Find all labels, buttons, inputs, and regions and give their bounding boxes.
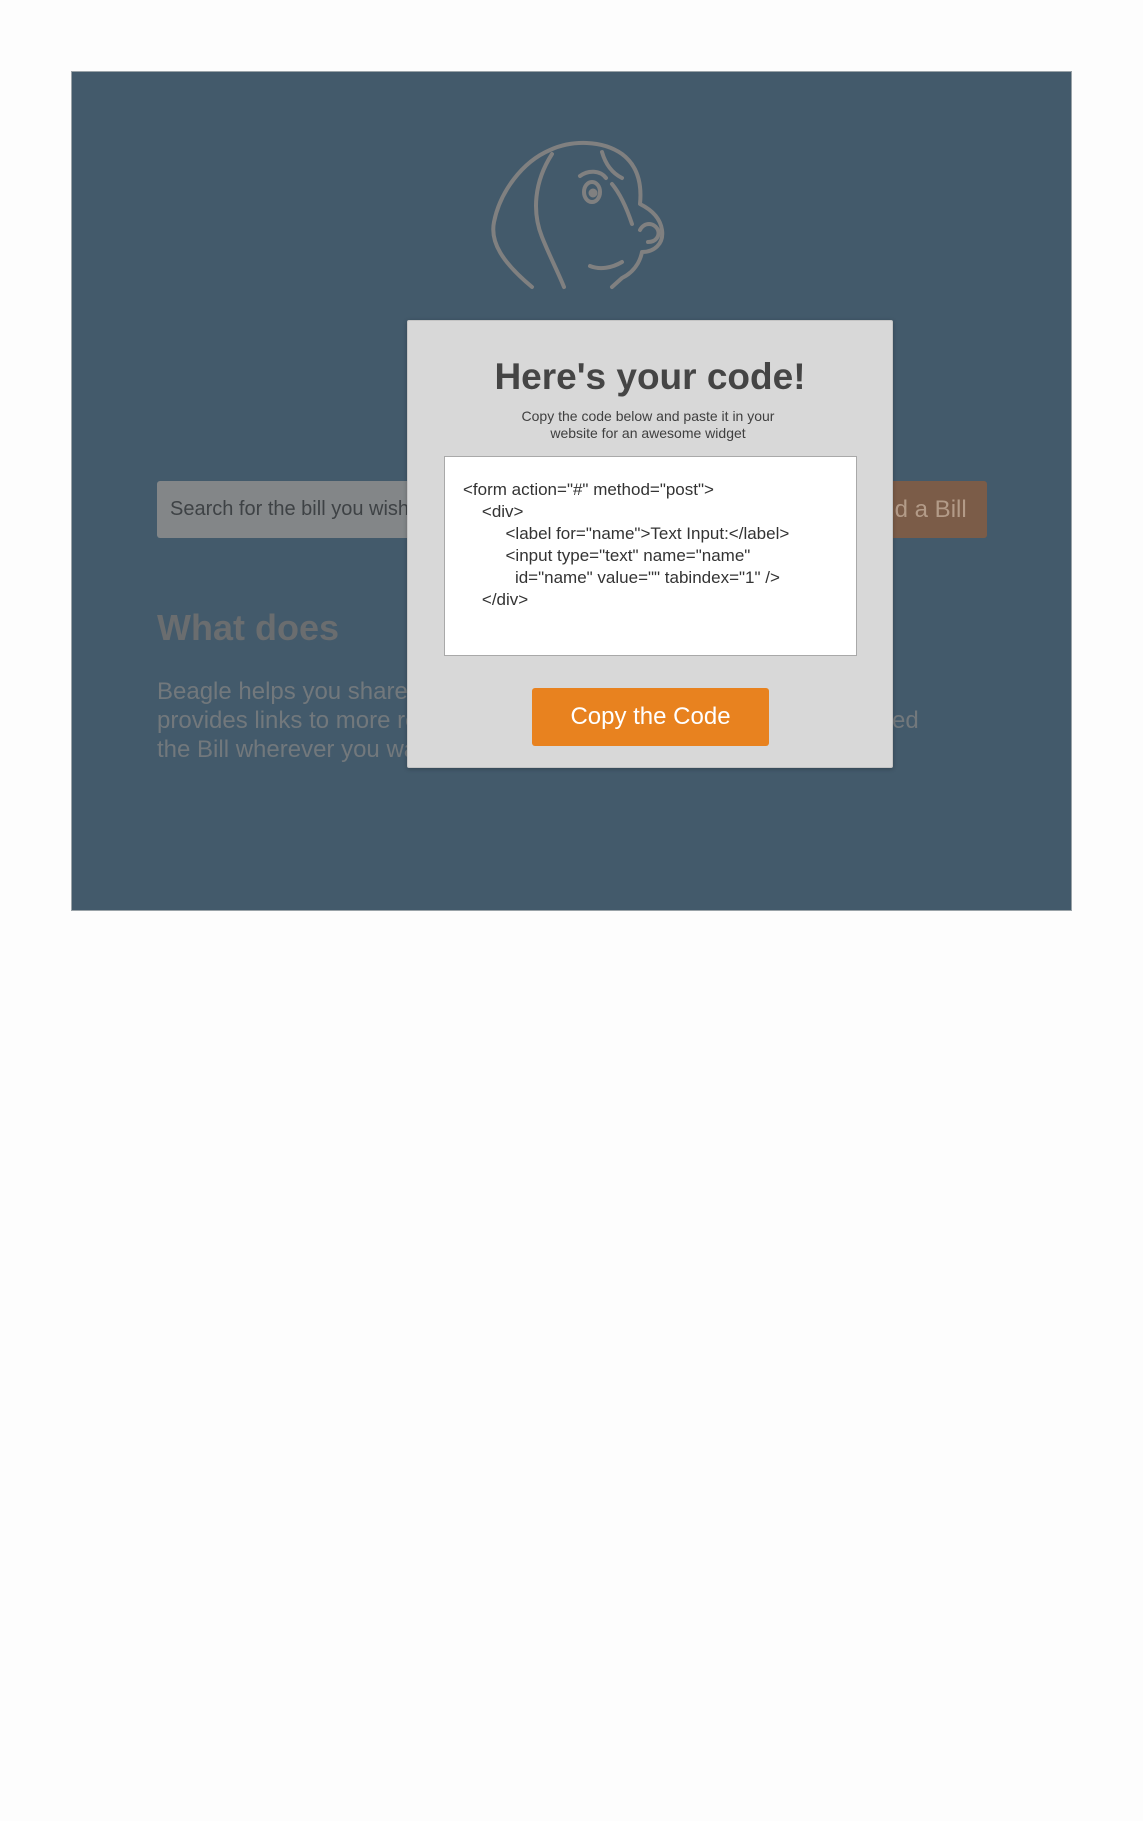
code-line: id="name" value="" tabindex="1" /> xyxy=(463,568,780,587)
modal-title: Here's your code! xyxy=(494,356,806,397)
about-heading: What does xyxy=(157,607,340,648)
beagle-dog-head-icon xyxy=(491,140,665,289)
copy-code-button[interactable]: Copy the Code xyxy=(532,688,769,746)
code-snippet-box[interactable]: <form action="#" method="post"> <div> <l… xyxy=(444,456,857,656)
code-line: <form action="#" method="post"> xyxy=(463,480,714,499)
code-line: <label for="name">Text Input:</label> xyxy=(463,524,790,543)
app-frame: Find a Bill What does Beagle helps you s… xyxy=(71,71,1072,911)
code-line: <div> xyxy=(463,502,524,521)
code-line: <input type="text" name="name" xyxy=(463,546,751,565)
embed-code-modal: Here's your code! Copy the code below an… xyxy=(407,320,893,768)
code-line: </div> xyxy=(463,590,529,609)
modal-subtitle: Copy the code below and paste it in your… xyxy=(521,408,775,441)
